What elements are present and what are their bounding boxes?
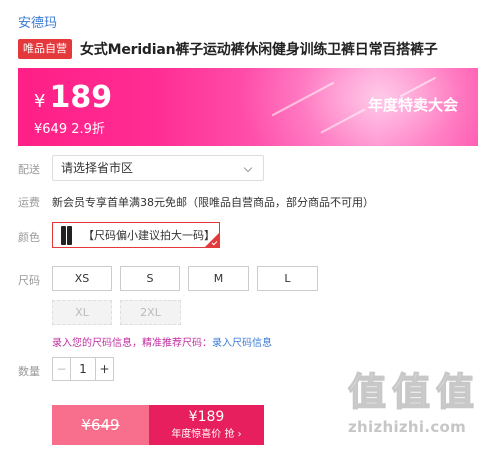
- product-title: 女式Meridian裤子运动裤休闲健身训练卫裤日常百搭裤子: [80, 42, 438, 58]
- watermark-url: zhizhizhi.com: [348, 418, 467, 436]
- currency-symbol: ¥: [34, 91, 46, 112]
- color-option-label: 【尺码偏小建议拍大一码】: [83, 229, 215, 242]
- size-option-xl: XL: [52, 300, 112, 325]
- size-label: 尺码: [18, 274, 40, 287]
- size-option-s[interactable]: S: [120, 266, 180, 291]
- brand-name[interactable]: 安德玛: [18, 12, 57, 31]
- color-option-selected[interactable]: 【尺码偏小建议拍大一码】: [52, 222, 220, 248]
- selected-check-icon: [205, 233, 219, 247]
- size-tip-text: 录入您的尺码信息，精准推荐尺码：: [52, 338, 212, 349]
- enter-size-link[interactable]: 录入尺码信息: [212, 338, 272, 349]
- current-price: ¥ 189: [34, 80, 112, 115]
- price-banner: ¥ 189 ¥649 2.9折 年度特卖大会: [18, 68, 478, 146]
- quantity-stepper: − 1 +: [52, 357, 114, 381]
- size-option-m[interactable]: M: [188, 266, 249, 291]
- original-price-discount: ¥649 2.9折: [34, 122, 105, 137]
- region-select[interactable]: 请选择省市区: [52, 155, 264, 181]
- size-option-xs[interactable]: XS: [52, 266, 112, 291]
- pants-thumbnail-icon: [55, 223, 77, 247]
- site-watermark: 值 值 值 zhizhizhi.com: [347, 369, 488, 452]
- shipping-label: 运费: [18, 196, 40, 209]
- shipping-info: 新会员专享首单满38元免邮（限唯品自营商品，部分商品不可用）: [52, 196, 374, 209]
- size-option-2xl: 2XL: [120, 300, 181, 325]
- quantity-label: 数量: [18, 365, 40, 378]
- product-title-row: 唯品自营 女式Meridian裤子运动裤休闲健身训练卫裤日常百搭裤子: [18, 38, 488, 60]
- buy-subtext: 年度惊喜价 抢 ›: [171, 429, 242, 440]
- buy-price: ¥189: [188, 409, 225, 425]
- sale-event-tag: 年度特卖大会: [367, 96, 458, 114]
- buy-now-button[interactable]: ¥189 年度惊喜价 抢 ›: [149, 405, 264, 445]
- increase-button[interactable]: +: [95, 358, 113, 380]
- size-tip: 录入您的尺码信息，精准推荐尺码：录入尺码信息: [52, 334, 272, 349]
- delivery-label: 配送: [18, 163, 40, 176]
- chevron-down-icon: [243, 163, 253, 173]
- region-placeholder: 请选择省市区: [61, 161, 134, 175]
- size-option-l[interactable]: L: [257, 266, 318, 291]
- quantity-value[interactable]: 1: [71, 358, 95, 380]
- self-operated-badge: 唯品自营: [18, 39, 72, 59]
- watermark-logo: 值 值 值: [347, 369, 475, 414]
- price-value: 189: [49, 80, 113, 115]
- color-label: 颜色: [18, 231, 40, 244]
- decrease-button[interactable]: −: [53, 358, 71, 380]
- original-price-button[interactable]: ¥649: [52, 405, 149, 445]
